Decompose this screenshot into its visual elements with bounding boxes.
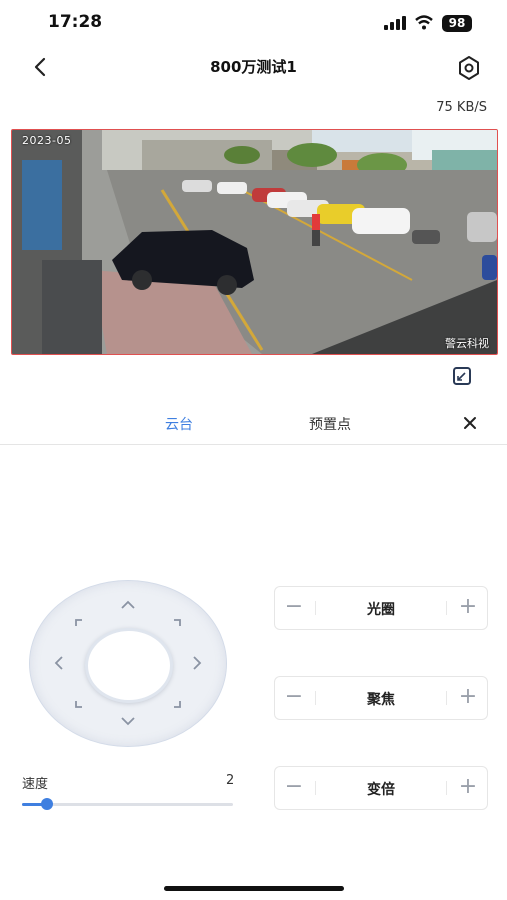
iris-control: − 光圈 + bbox=[274, 586, 488, 630]
ptz-joystick[interactable] bbox=[29, 580, 227, 747]
arrow-left-icon bbox=[54, 656, 63, 670]
video-stream[interactable]: 2023-05 警云科视 bbox=[11, 129, 498, 355]
eye-settings-icon bbox=[459, 56, 479, 80]
close-button[interactable] bbox=[458, 411, 482, 435]
arrow-down-left-icon bbox=[75, 701, 82, 708]
bitrate-label: 75 KB/S bbox=[436, 100, 487, 115]
focus-plus-button[interactable]: + bbox=[455, 682, 481, 712]
osd-date: 2023-05 bbox=[22, 134, 72, 147]
tab-bar bbox=[0, 404, 507, 445]
wifi-icon bbox=[415, 15, 433, 30]
zoom-control: − 变倍 + bbox=[274, 766, 488, 810]
speed-slider[interactable] bbox=[22, 798, 233, 810]
arrow-right-icon bbox=[193, 656, 202, 670]
focus-control: − 聚焦 + bbox=[274, 676, 488, 720]
speed-slider-thumb[interactable] bbox=[41, 798, 53, 810]
signal-icon bbox=[384, 16, 406, 30]
arrow-down-icon bbox=[121, 717, 135, 726]
arrow-down-right-icon bbox=[174, 701, 181, 708]
fullscreen-icon bbox=[453, 367, 471, 385]
camera-feed-image bbox=[12, 130, 497, 354]
arrow-up-right-icon bbox=[174, 619, 181, 626]
fullscreen-button[interactable] bbox=[452, 366, 472, 386]
osd-watermark: 警云科视 bbox=[445, 337, 489, 350]
arrow-up-icon bbox=[121, 600, 135, 609]
close-icon bbox=[464, 417, 476, 429]
divider bbox=[446, 781, 447, 795]
tab-presets[interactable]: 预置点 bbox=[309, 414, 351, 434]
zoom-plus-button[interactable]: + bbox=[455, 772, 481, 802]
tab-ptz[interactable]: 云台 bbox=[165, 414, 193, 434]
status-time: 17:28 bbox=[48, 12, 103, 32]
iris-plus-button[interactable]: + bbox=[455, 592, 481, 622]
joystick-center-button[interactable] bbox=[85, 628, 173, 703]
divider bbox=[446, 691, 447, 705]
page-title: 800万测试1 bbox=[210, 58, 297, 76]
speed-value: 2 bbox=[226, 773, 235, 788]
settings-button[interactable] bbox=[454, 53, 484, 83]
divider bbox=[446, 601, 447, 615]
arrow-up-left-icon bbox=[75, 619, 82, 626]
speed-label: 速度 bbox=[22, 777, 49, 792]
battery-indicator: 98 bbox=[442, 15, 472, 32]
home-indicator bbox=[164, 886, 344, 891]
status-bar: 17:28 98 bbox=[0, 0, 507, 46]
